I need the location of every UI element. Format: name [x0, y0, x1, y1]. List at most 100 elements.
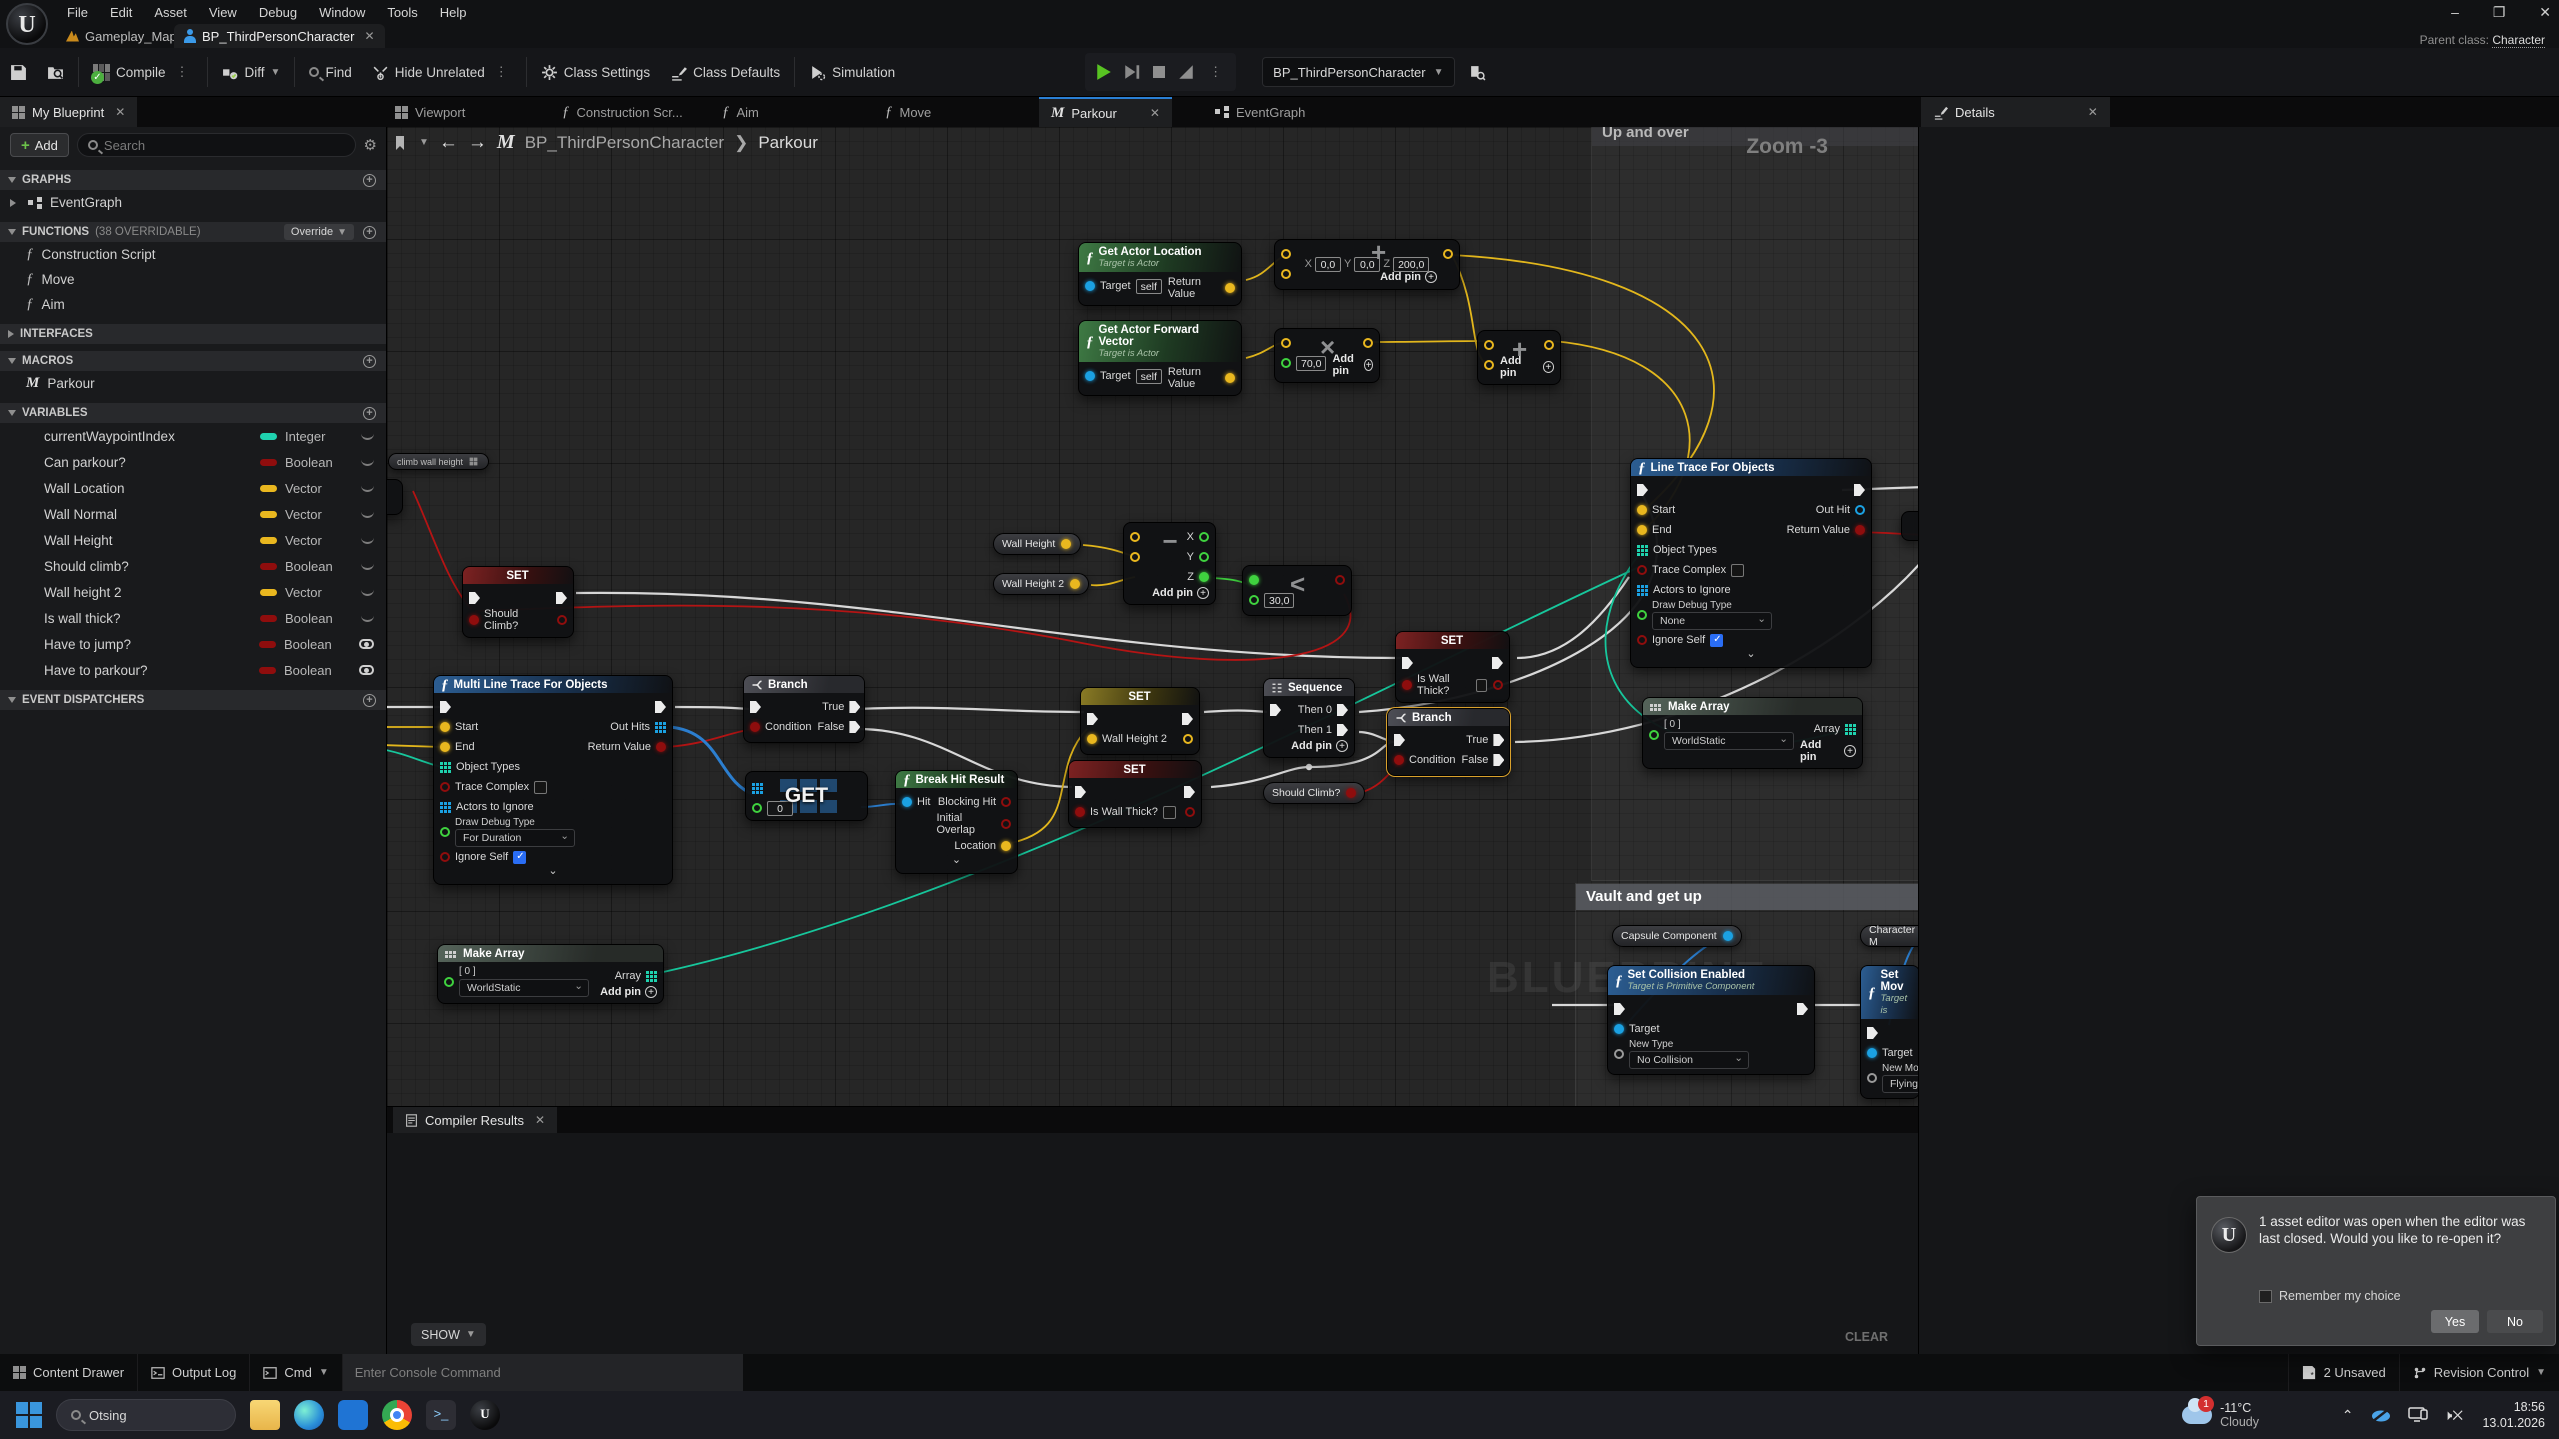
close-icon[interactable]: ✕	[364, 29, 374, 43]
pin-ring[interactable]	[1484, 360, 1494, 370]
pin-Ignore Self[interactable]	[440, 852, 450, 862]
eye-closed-icon[interactable]	[361, 511, 374, 518]
search-input[interactable]: Search	[77, 133, 356, 157]
eye-closed-icon[interactable]	[361, 563, 374, 570]
pin-Start[interactable]	[440, 722, 450, 732]
eye-closed-icon[interactable]	[361, 485, 374, 492]
checkbox[interactable]	[1163, 806, 1176, 819]
checkbox-icon[interactable]	[2259, 1290, 2272, 1303]
pin-Trace Complex[interactable]	[440, 782, 450, 792]
close-icon[interactable]: ✕	[115, 105, 125, 119]
set-movement-mode[interactable]: ƒSet MovTarget isTargetNew MovFlying	[1860, 965, 1918, 1099]
skip-button[interactable]	[1177, 63, 1195, 81]
branch-left[interactable]: BranchConditionTrueFalse	[743, 675, 865, 743]
pin-exec[interactable]	[1394, 734, 1405, 746]
tab-parkour[interactable]: MParkour✕	[1039, 97, 1172, 127]
pin-Trace Complex[interactable]	[1637, 565, 1647, 575]
sidebar-item-eventgraph[interactable]: EventGraph	[0, 190, 386, 215]
menu-tools[interactable]: Tools	[387, 5, 417, 20]
add-pin-button[interactable]: Add pin +	[1380, 271, 1437, 283]
menu-help[interactable]: Help	[440, 5, 467, 20]
pin-Target[interactable]	[1085, 371, 1095, 381]
line-trace-for-objects[interactable]: ƒLine Trace For ObjectsStartEndObject Ty…	[1630, 458, 1872, 668]
step-button[interactable]	[1123, 63, 1141, 81]
variable-row-wall-height[interactable]: Wall HeightVector	[0, 527, 386, 553]
pin-exec[interactable]	[1854, 484, 1865, 496]
bookmark-icon[interactable]	[393, 135, 409, 151]
pin-ring[interactable]	[444, 977, 454, 987]
wall-height-getter[interactable]: Wall Height	[993, 533, 1081, 555]
section-header-graphs[interactable]: GRAPHS+	[0, 170, 386, 190]
pin-exec[interactable]	[440, 701, 451, 713]
pin-Blocking Hit[interactable]	[1001, 797, 1011, 807]
no-button[interactable]: No	[2487, 1310, 2543, 1333]
menu-debug[interactable]: Debug	[259, 5, 297, 20]
pin-Array[interactable]	[646, 971, 657, 982]
pin-ring[interactable]	[1544, 340, 1554, 350]
pin-Then 1[interactable]	[1337, 724, 1348, 736]
menu-file[interactable]: File	[67, 5, 88, 20]
pin-True[interactable]	[849, 701, 860, 713]
asset-tab-map[interactable]: Gameplay_Map*	[56, 24, 192, 48]
tab-viewport[interactable]: Viewport	[395, 97, 465, 127]
disclosure-icon[interactable]	[8, 697, 16, 703]
disclosure-icon[interactable]	[8, 330, 14, 338]
set-is-wall-thick-2[interactable]: SETIs Wall Thick?	[1068, 760, 1202, 828]
clipped-node-left[interactable]	[387, 479, 403, 515]
checkbox[interactable]	[534, 781, 547, 794]
show-filter-button[interactable]: SHOW▼	[411, 1323, 486, 1346]
array-item-dropdown[interactable]: WorldStatic	[459, 979, 589, 997]
chevron-down-icon[interactable]: ▼	[419, 137, 429, 148]
tab-my-blueprint[interactable]: My Blueprint ✕	[0, 97, 137, 127]
pin-ring[interactable]	[1335, 575, 1345, 585]
pin-exec[interactable]	[1184, 786, 1195, 798]
should-climb-getter[interactable]: Should Climb?	[1263, 782, 1365, 804]
pin-ring[interactable]	[1484, 340, 1494, 350]
collapse-icon[interactable]: ⌄	[440, 867, 666, 879]
dropdown-new-mov[interactable]: Flying	[1882, 1075, 1918, 1093]
multi-line-trace-for-objects[interactable]: ƒMulti Line Trace For ObjectsStartEndObj…	[433, 675, 673, 885]
pin-exec[interactable]	[1867, 1027, 1878, 1039]
pin-exec[interactable]	[655, 701, 666, 713]
diff-button[interactable]: Diff▼	[212, 55, 291, 89]
clipped-node-right[interactable]	[1901, 511, 1918, 541]
checkbox[interactable]	[513, 851, 526, 864]
variable-row-wall-location[interactable]: Wall LocationVector	[0, 475, 386, 501]
variable-row-have-to-parkour-[interactable]: Have to parkour?Boolean	[0, 657, 386, 683]
sidebar-item-parkour[interactable]: MParkour	[0, 371, 386, 396]
pin-ring[interactable]	[557, 615, 567, 625]
disclosure-icon[interactable]	[8, 410, 16, 416]
variable-row-is-wall-thick-[interactable]: Is wall thick?Boolean	[0, 605, 386, 631]
dropdown-draw-debug-type[interactable]: For Duration	[455, 829, 575, 847]
pin-Should Climb?[interactable]	[1346, 788, 1356, 798]
section-header-functions[interactable]: FUNCTIONS (38 OVERRIDABLE)Override ▼+	[0, 222, 386, 242]
tab-details[interactable]: Details ✕	[1921, 97, 2110, 127]
add-pin-button[interactable]: Add pin +	[600, 986, 657, 998]
eye-closed-icon[interactable]	[361, 459, 374, 466]
value-field[interactable]: self	[1136, 279, 1162, 294]
eye-open-icon[interactable]	[359, 639, 374, 649]
pin-Draw Debug Type[interactable]	[1637, 610, 1647, 620]
tab-construction-scr-[interactable]: ƒConstruction Scr...	[562, 97, 683, 127]
variable-row-can-parkour-[interactable]: Can parkour?Boolean	[0, 449, 386, 475]
sidebar-item-aim[interactable]: ƒAim	[0, 292, 386, 317]
pin-exec[interactable]	[556, 592, 567, 604]
clear-button[interactable]: CLEAR	[1845, 1330, 1888, 1344]
get-actor-forward-vector[interactable]: ƒGet Actor Forward VectorTarget is Actor…	[1078, 320, 1242, 396]
remember-choice-checkbox[interactable]: Remember my choice	[2259, 1289, 2401, 1303]
pin-Return Value[interactable]	[1855, 525, 1865, 535]
character-mo-getter[interactable]: Character M	[1860, 925, 1918, 947]
less-than[interactable]: 30,0<	[1242, 565, 1352, 616]
branch-right[interactable]: BranchConditionTrueFalse	[1387, 708, 1510, 776]
pin-Then 0[interactable]	[1337, 704, 1348, 716]
dropdown-draw-debug-type[interactable]: None	[1652, 612, 1772, 630]
asset-tab-bp[interactable]: BP_ThirdPersonCharacter✕	[174, 24, 385, 48]
pin-Array[interactable]	[1845, 724, 1856, 735]
wall-height-2-getter[interactable]: Wall Height 2	[993, 573, 1089, 595]
variable-row-wall-normal[interactable]: Wall NormalVector	[0, 501, 386, 527]
add-vector-1[interactable]: X0,0Y0,0Z200,0Add pin ++	[1274, 239, 1460, 290]
eye-closed-icon[interactable]	[361, 589, 374, 596]
array-item-dropdown[interactable]: WorldStatic	[1664, 732, 1794, 750]
pin-Wall Height[interactable]	[1061, 539, 1071, 549]
get-actor-location[interactable]: ƒGet Actor LocationTarget is ActorTarget…	[1078, 242, 1242, 306]
